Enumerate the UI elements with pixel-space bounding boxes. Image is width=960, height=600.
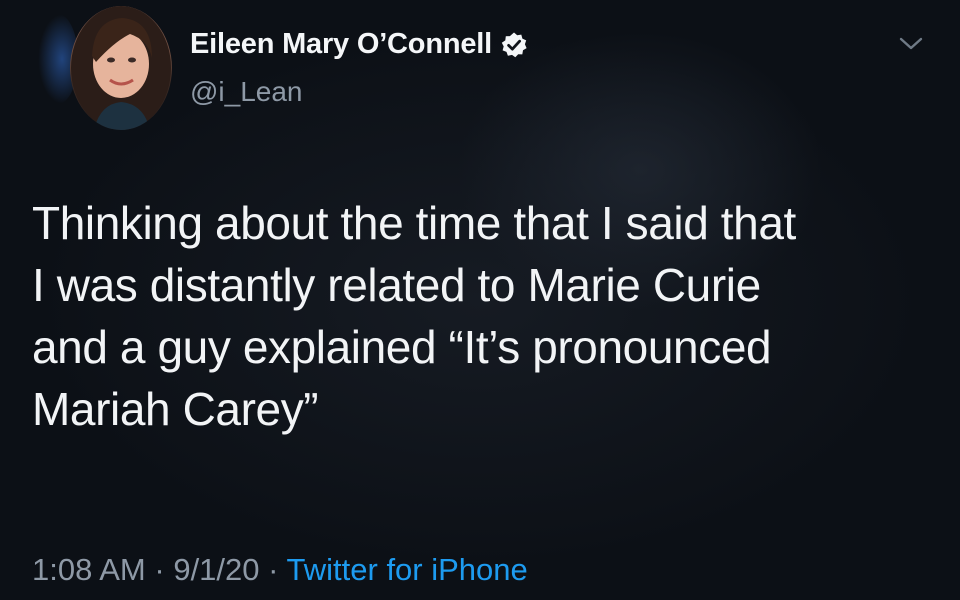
tweet-text-line: Mariah Carey”: [32, 383, 319, 435]
tweet-card: Eileen Mary O’Connell @i_Lean Thinking a…: [0, 0, 960, 600]
tweet-text-line: I was distantly related to Marie Curie: [32, 259, 761, 311]
tweet-metadata: 1:08 AM · 9/1/20 · Twitter for iPhone: [32, 552, 528, 588]
avatar-portrait-icon: [71, 6, 171, 130]
meta-separator: ·: [154, 552, 165, 587]
tweet-text-line: and a guy explained “It’s pronounced: [32, 321, 772, 373]
author-display-name[interactable]: Eileen Mary O’Connell: [190, 28, 492, 61]
tweet-source-link[interactable]: Twitter for iPhone: [287, 552, 528, 587]
author-handle[interactable]: @i_Lean: [190, 76, 303, 108]
avatar[interactable]: [70, 6, 172, 130]
tweet-text-line: Thinking about the time that I said that: [32, 197, 796, 249]
meta-separator: ·: [268, 552, 279, 587]
tweet-text: Thinking about the time that I said that…: [32, 192, 932, 440]
tweet-date[interactable]: 9/1/20: [173, 552, 259, 587]
tweet-time[interactable]: 1:08 AM: [32, 552, 146, 587]
author-name-row[interactable]: Eileen Mary O’Connell: [190, 28, 528, 61]
verified-badge-icon: [500, 31, 528, 59]
chevron-down-icon[interactable]: [896, 34, 926, 54]
